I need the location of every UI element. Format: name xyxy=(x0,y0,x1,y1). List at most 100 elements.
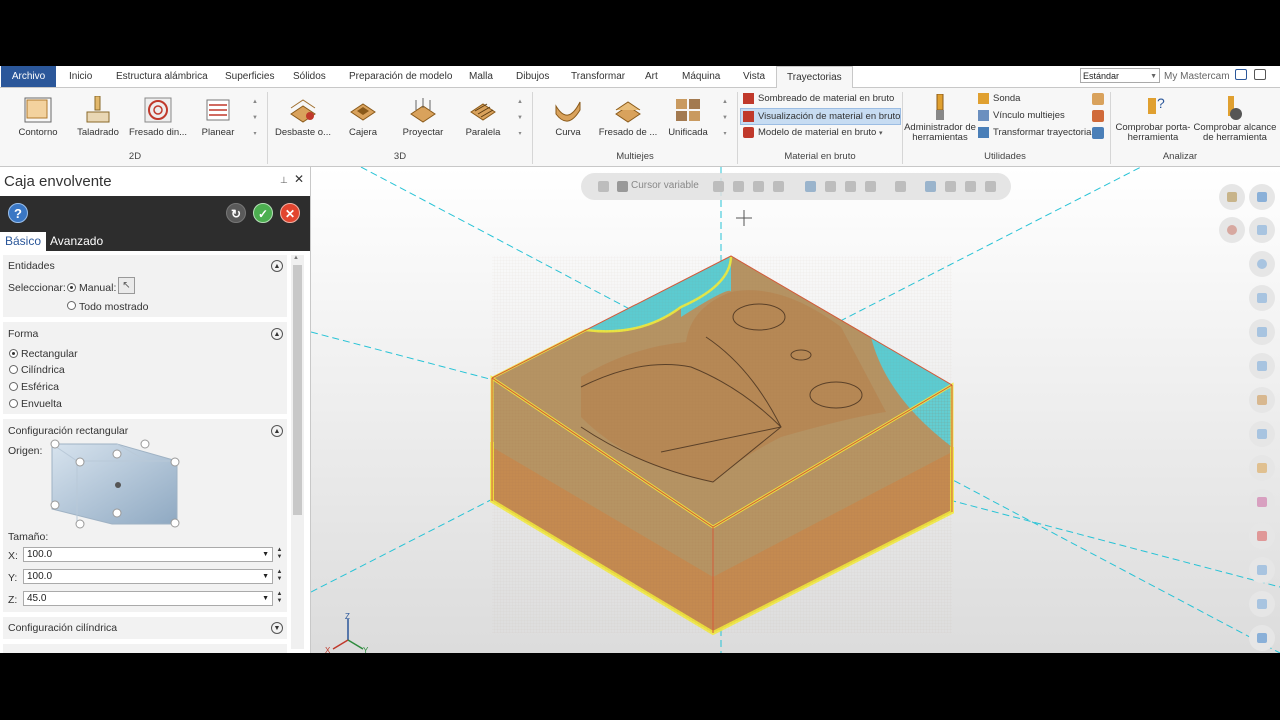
mode-select[interactable]: Estándar ▼ xyxy=(1080,68,1160,83)
chevron-down-icon[interactable]: ▼ xyxy=(271,622,283,634)
tab-dibujos[interactable]: Dibujos xyxy=(516,66,549,87)
origin-picker[interactable] xyxy=(47,439,182,529)
tab-art[interactable]: Art xyxy=(645,66,658,87)
view-tool-transform[interactable] xyxy=(1249,591,1275,617)
view-tool-add[interactable] xyxy=(1249,184,1275,210)
spherical-radio[interactable] xyxy=(9,382,18,391)
select-cursor-button[interactable]: ↖ xyxy=(118,277,135,294)
view-tool-cube[interactable] xyxy=(1249,421,1275,447)
verify-select-icon[interactable] xyxy=(925,181,936,192)
panel-scrollbar[interactable]: ▲ xyxy=(291,255,304,649)
wrapped-radio[interactable] xyxy=(9,399,18,408)
transform-toolpath-item[interactable]: Transformar trayectoria xyxy=(976,125,1091,140)
stock-util-icon[interactable] xyxy=(1092,93,1104,105)
chevron-up-icon[interactable]: ▲ xyxy=(271,425,283,437)
tab-superficies[interactable]: Superficies xyxy=(225,66,274,87)
paralela-button[interactable]: Paralela xyxy=(448,92,518,144)
view-tool-align[interactable] xyxy=(1249,557,1275,583)
stock-shade-icon xyxy=(743,93,754,104)
stock-model-item[interactable]: Modelo de material en bruto ▾ xyxy=(741,125,882,140)
ok-button[interactable]: ✓ xyxy=(253,203,273,223)
check-holder-button[interactable]: ? Comprobar porta-herramienta xyxy=(1113,92,1193,144)
help-window-icon[interactable] xyxy=(1254,69,1266,80)
tab-maquina[interactable]: Máquina xyxy=(682,66,720,87)
view-tool-axes[interactable] xyxy=(1249,285,1275,311)
face-select-icon[interactable] xyxy=(845,181,856,192)
planear-button[interactable]: Planear xyxy=(183,92,253,144)
clear-selection-icon[interactable] xyxy=(985,181,996,192)
body-select-icon[interactable] xyxy=(825,181,836,192)
xyz-icon[interactable] xyxy=(713,181,724,192)
unselect-icon[interactable] xyxy=(945,181,956,192)
edge-select-icon[interactable] xyxy=(865,181,876,192)
scroll-up-icon[interactable]: ▲ xyxy=(293,255,299,261)
tab-trayectorias[interactable]: Trayectorias xyxy=(776,66,853,89)
stock-shading-item[interactable]: Sombreado de material en bruto xyxy=(741,91,894,106)
help-icon[interactable]: ? xyxy=(8,203,28,223)
tab-basico[interactable]: Básico xyxy=(0,232,47,251)
pin-icon[interactable]: ⊥ xyxy=(280,175,288,186)
size-z-field[interactable]: 45.0 ▼ xyxy=(23,591,273,606)
check-holder-label: Comprobar porta-herramienta xyxy=(1115,122,1191,143)
tab-archivo[interactable]: Archivo xyxy=(1,66,56,87)
manual-radio[interactable] xyxy=(67,283,76,292)
tool-manager-button[interactable]: Administrador de herramientas xyxy=(903,92,977,144)
cursor-mode-label[interactable]: Cursor variable xyxy=(631,180,699,191)
tab-estructura-alambrica[interactable]: Estructura alámbrica xyxy=(116,66,208,87)
cylindrical-radio[interactable] xyxy=(9,365,18,374)
lock-icon[interactable] xyxy=(598,181,609,192)
rectangular-radio[interactable] xyxy=(9,349,18,358)
view-tool-cancel[interactable] xyxy=(1219,217,1245,243)
size-x-stepper[interactable]: ▲ ▼ xyxy=(275,547,284,562)
my-mastercam-link[interactable]: My Mastercam xyxy=(1164,66,1230,87)
size-z-stepper[interactable]: ▲ ▼ xyxy=(275,591,284,606)
gallery-multi-scroll[interactable]: ▲ ▼ ▾ xyxy=(720,94,730,144)
tab-malla[interactable]: Malla xyxy=(469,66,493,87)
view-tool-part[interactable] xyxy=(1249,455,1275,481)
view-tool-orbit[interactable] xyxy=(1249,251,1275,277)
view-tool-stock[interactable] xyxy=(1249,387,1275,413)
select-chain-icon[interactable] xyxy=(773,181,784,192)
chevron-up-icon[interactable]: ▲ xyxy=(271,260,283,272)
tab-avanzado[interactable]: Avanzado xyxy=(45,232,108,251)
stock-display-item[interactable]: Visualización de material en bruto xyxy=(740,108,902,125)
tab-preparacion-modelo[interactable]: Preparación de modelo xyxy=(349,66,452,87)
view-tool-sketch[interactable] xyxy=(1249,217,1275,243)
tab-transformar[interactable]: Transformar xyxy=(571,66,625,87)
all-shown-radio[interactable] xyxy=(67,301,76,310)
cancel-button[interactable]: ✕ xyxy=(280,203,300,223)
point-icon[interactable] xyxy=(733,181,744,192)
refresh-icon[interactable] xyxy=(965,181,976,192)
feedback-icon[interactable] xyxy=(1235,69,1247,80)
tab-solidos[interactable]: Sólidos xyxy=(293,66,326,87)
size-y-stepper[interactable]: ▲ ▼ xyxy=(275,569,284,584)
tab-inicio[interactable]: Inicio xyxy=(69,66,92,87)
apply-button[interactable]: ↻ xyxy=(226,203,246,223)
cursor-icon[interactable] xyxy=(617,181,628,192)
vinculo-multiejes-item[interactable]: Vínculo multiejes xyxy=(976,108,1065,123)
view-tool-measure[interactable] xyxy=(1249,353,1275,379)
view-tool-layers[interactable] xyxy=(1249,625,1275,651)
grid-util-icon[interactable] xyxy=(1092,127,1104,139)
size-x-field[interactable]: 100.0 ▼ xyxy=(23,547,273,562)
view-tool-box[interactable] xyxy=(1249,319,1275,345)
check-icon[interactable] xyxy=(1092,110,1104,122)
face-icon xyxy=(203,96,233,124)
gallery-2d-scroll[interactable]: ▲ ▼ ▾ xyxy=(250,94,260,144)
solid-select-icon[interactable] xyxy=(805,181,816,192)
unificada-button[interactable]: Unificada xyxy=(653,92,723,144)
chevron-up-icon[interactable]: ▲ xyxy=(271,328,283,340)
close-icon[interactable]: ✕ xyxy=(294,172,304,186)
view-tool-gear[interactable] xyxy=(1219,184,1245,210)
select-arrow-icon[interactable] xyxy=(753,181,764,192)
scroll-thumb[interactable] xyxy=(293,265,302,515)
check-reach-button[interactable]: Comprobar alcance de herramienta xyxy=(1193,92,1277,144)
graphics-viewport[interactable]: Z X Y Cursor variable xyxy=(311,167,1280,653)
view-tool-boolean[interactable] xyxy=(1249,523,1275,549)
tab-vista[interactable]: Vista xyxy=(743,66,765,87)
size-y-field[interactable]: 100.0 ▼ xyxy=(23,569,273,584)
sonda-item[interactable]: Sonda xyxy=(976,91,1020,106)
gallery-3d-scroll[interactable]: ▲ ▼ ▾ xyxy=(515,94,525,144)
view-tool-pattern[interactable] xyxy=(1249,489,1275,515)
window-select-icon[interactable] xyxy=(895,181,906,192)
